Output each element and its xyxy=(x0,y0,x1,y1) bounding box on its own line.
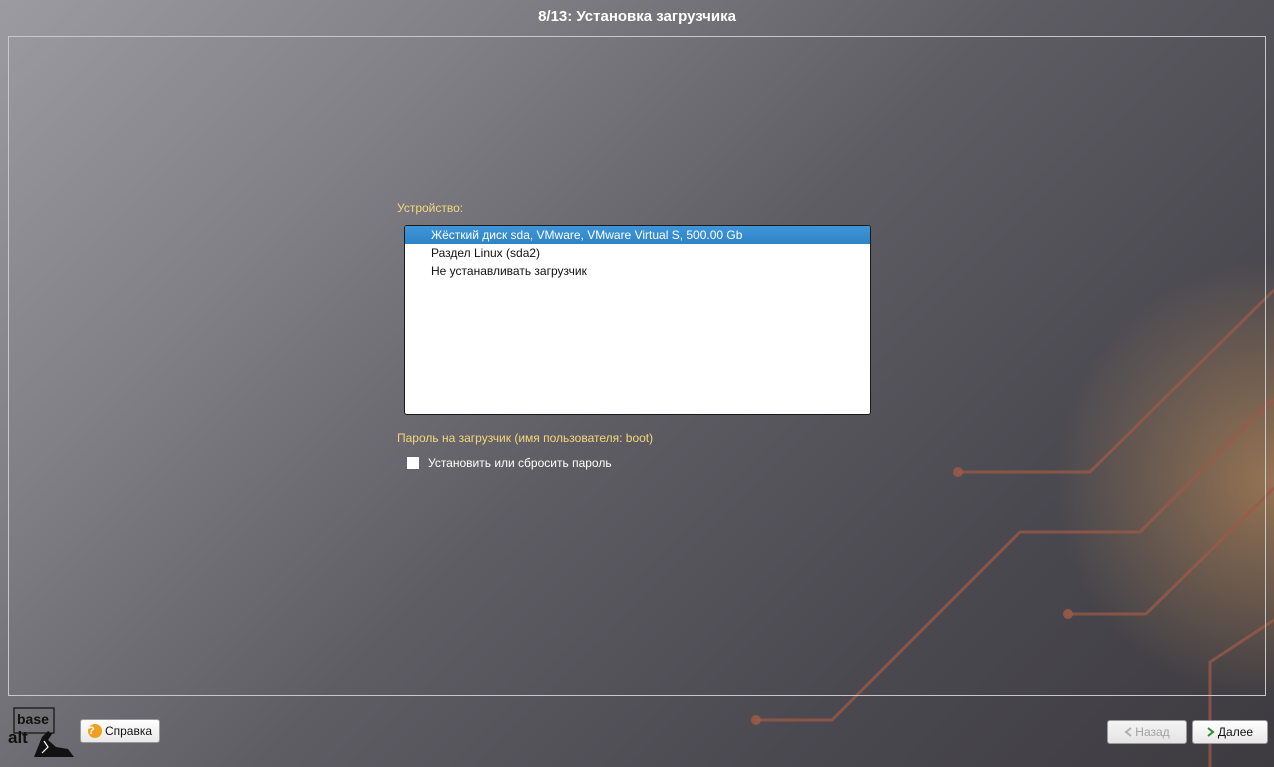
next-button-label: Далее xyxy=(1217,725,1254,739)
back-button[interactable]: Назад xyxy=(1107,720,1187,744)
basealt-logo: base alt xyxy=(8,707,74,757)
help-button[interactable]: ? Справка xyxy=(80,719,160,743)
help-icon: ? xyxy=(87,724,102,738)
device-label: Устройство: xyxy=(397,201,464,215)
device-item-sda2[interactable]: Раздел Linux (sda2) xyxy=(405,244,870,262)
device-item-none[interactable]: Не устанавливать загрузчик xyxy=(405,262,870,280)
device-list[interactable]: Жёсткий диск sda, VMware, VMware Virtual… xyxy=(404,225,871,415)
logo-text-alt: alt xyxy=(8,728,28,747)
next-arrow-icon xyxy=(1207,727,1215,737)
help-button-label: Справка xyxy=(104,724,153,738)
password-checkbox-row[interactable]: Установить или сбросить пароль xyxy=(406,456,612,470)
device-item-sda[interactable]: Жёсткий диск sda, VMware, VMware Virtual… xyxy=(405,226,870,244)
next-button[interactable]: Далее xyxy=(1192,720,1268,744)
password-checkbox[interactable] xyxy=(406,456,420,470)
window-title: 8/13: Установка загрузчика xyxy=(538,8,736,25)
back-arrow-icon xyxy=(1124,727,1132,737)
back-button-label: Назад xyxy=(1135,725,1170,739)
logo-text-base: base xyxy=(17,711,49,727)
password-checkbox-label: Установить или сбросить пароль xyxy=(428,456,612,470)
password-section-label: Пароль на загрузчик (имя пользователя: b… xyxy=(397,431,654,445)
